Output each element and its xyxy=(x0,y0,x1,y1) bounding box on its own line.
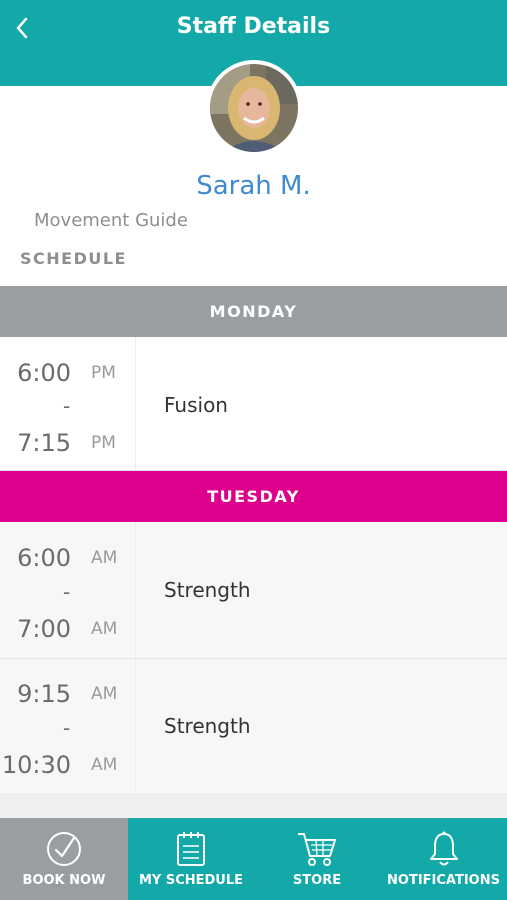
nav-label: NOTIFICATIONS xyxy=(387,873,500,888)
class-time: 6:00 AM - 7:00 AM xyxy=(0,522,136,658)
class-row[interactable]: 6:00 PM - 7:15 PM Fusion xyxy=(0,337,507,471)
class-name: Strength xyxy=(164,714,251,738)
list-footer-space xyxy=(0,795,507,818)
start-time: 9:15 xyxy=(17,680,71,708)
start-time: 6:00 xyxy=(17,544,71,572)
time-separator: - xyxy=(63,580,71,604)
class-name: Fusion xyxy=(164,393,228,417)
start-ampm: AM xyxy=(91,548,118,568)
nav-my-schedule[interactable]: MY SCHEDULE xyxy=(128,818,254,900)
cart-icon xyxy=(298,833,336,866)
class-time: 9:15 AM - 10:30 AM xyxy=(0,659,136,794)
day-header-tuesday: TUESDAY xyxy=(0,471,507,522)
start-time: 6:00 xyxy=(17,359,71,387)
start-ampm: PM xyxy=(91,363,116,383)
end-time: 7:15 xyxy=(17,429,71,457)
page-title: Staff Details xyxy=(176,14,331,39)
time-separator: - xyxy=(63,716,71,740)
start-ampm: AM xyxy=(91,684,118,704)
schedule-heading: SCHEDULE xyxy=(20,249,127,268)
end-ampm: AM xyxy=(91,619,118,639)
avatar-frame xyxy=(206,60,302,156)
nav-notifications[interactable]: NOTIFICATIONS xyxy=(380,818,507,900)
staff-role: Movement Guide xyxy=(34,210,188,231)
day-header-monday: MONDAY xyxy=(0,286,507,337)
class-time: 6:00 PM - 7:15 PM xyxy=(0,337,136,470)
check-circle-icon xyxy=(47,832,81,866)
nav-label: BOOK NOW xyxy=(22,873,106,888)
class-name: Strength xyxy=(164,578,251,602)
bottom-nav: BOOK NOW MY SCHEDULE STORE NOTIFICATIONS xyxy=(0,818,507,900)
end-time: 10:30 xyxy=(1,751,71,779)
end-ampm: AM xyxy=(91,755,118,775)
bell-icon xyxy=(429,831,458,866)
class-row[interactable]: 9:15 AM - 10:30 AM Strength xyxy=(0,659,507,795)
nav-label: STORE xyxy=(292,873,342,888)
end-time: 7:00 xyxy=(17,615,71,643)
staff-name: Sarah M. xyxy=(196,171,311,201)
nav-book-now[interactable]: BOOK NOW xyxy=(0,818,128,900)
avatar xyxy=(210,64,298,152)
time-separator: - xyxy=(63,394,71,418)
class-row[interactable]: 6:00 AM - 7:00 AM Strength xyxy=(0,522,507,659)
nav-store[interactable]: STORE xyxy=(254,818,380,900)
calendar-icon xyxy=(177,832,205,866)
end-ampm: PM xyxy=(91,433,116,453)
nav-label: MY SCHEDULE xyxy=(138,873,244,888)
